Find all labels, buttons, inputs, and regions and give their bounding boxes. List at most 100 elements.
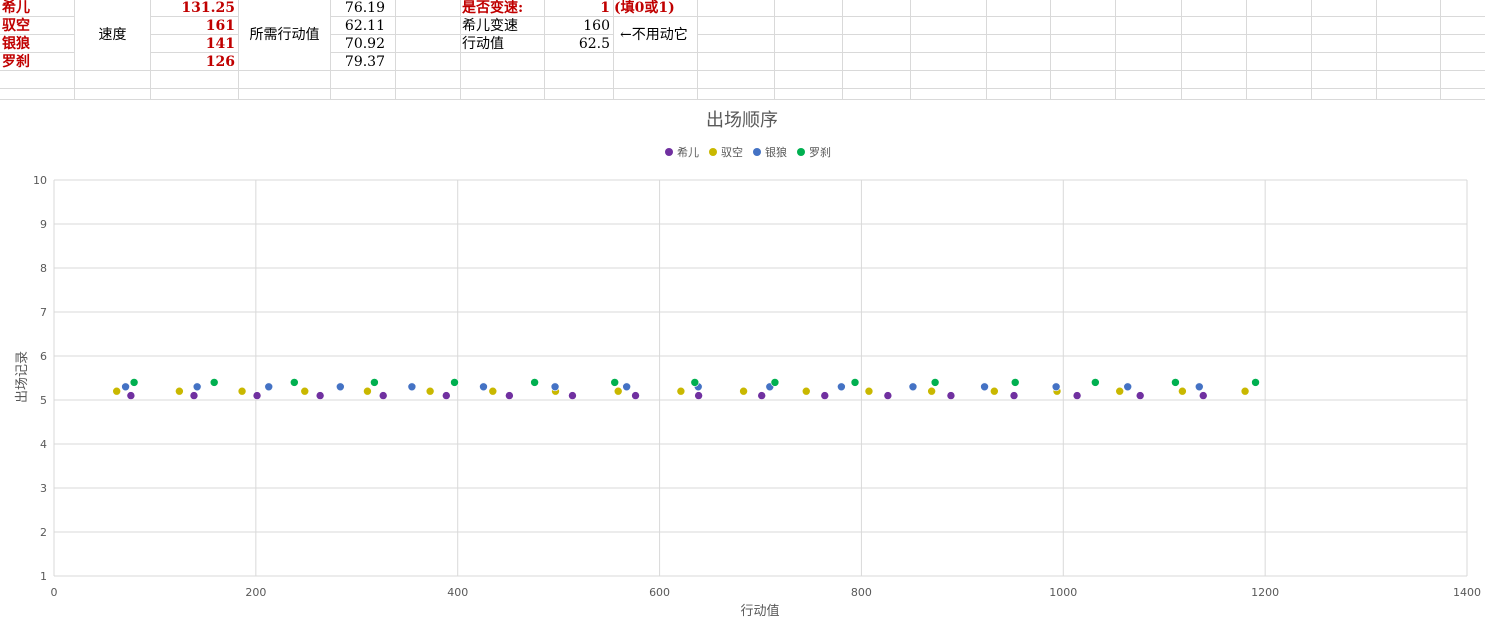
speed-label[interactable]: 速度 (75, 26, 150, 44)
x-tick-label: 1200 (1251, 586, 1279, 599)
data-point (209, 378, 219, 387)
data-point (1194, 382, 1204, 392)
seele-speed-label[interactable]: 希儿变速 (462, 17, 518, 35)
action-value[interactable]: 62.5 (545, 35, 610, 53)
data-point (770, 378, 780, 387)
required-action-value[interactable]: 79.37 (331, 53, 385, 71)
col-gridline (1376, 0, 1377, 100)
required-action-value[interactable]: 70.92 (331, 35, 385, 53)
data-point (1178, 386, 1187, 396)
name-cell-luocha[interactable]: 罗刹 (2, 53, 30, 71)
col-gridline (1246, 0, 1247, 100)
action-value-label[interactable]: 行动值 (462, 35, 504, 53)
data-point (126, 391, 136, 400)
speed-change-hint[interactable]: (填0或1) (614, 0, 675, 17)
chart-legend: 希儿 驭空 银狼 罗刹 (665, 145, 831, 159)
data-point (264, 382, 274, 392)
y-tick-label: 3 (40, 482, 47, 495)
data-point (121, 382, 130, 392)
data-point (990, 386, 999, 396)
data-point (479, 382, 488, 392)
data-point (1051, 382, 1061, 392)
required-action-value[interactable]: 62.11 (331, 17, 385, 35)
data-point (505, 391, 514, 400)
note-text[interactable]: ←不用动它 (620, 26, 688, 44)
data-point (112, 386, 121, 396)
col-gridline (1115, 0, 1116, 100)
legend-label: 驭空 (721, 145, 743, 159)
speed-value[interactable]: 126 (151, 53, 235, 71)
x-tick-label: 1400 (1453, 586, 1481, 599)
col-gridline (774, 0, 775, 100)
row-gridline (0, 88, 1485, 89)
legend-marker (665, 148, 673, 156)
name-cell-seele[interactable]: 希儿 (2, 0, 30, 17)
data-point (1010, 378, 1020, 387)
y-tick-label: 6 (40, 350, 47, 363)
data-point (1072, 391, 1082, 400)
name-cell-silverwolf[interactable]: 银狼 (2, 35, 30, 53)
data-point (631, 391, 640, 400)
data-point (927, 386, 936, 396)
y-tick-label: 1 (40, 570, 47, 583)
y-tick-label: 4 (40, 438, 47, 451)
data-point (1091, 378, 1100, 387)
data-point (864, 386, 874, 396)
data-point (1123, 382, 1133, 392)
data-point (129, 378, 139, 387)
speed-value[interactable]: 141 (151, 35, 235, 53)
data-point (315, 391, 325, 400)
name-cell-yukong[interactable]: 驭空 (2, 17, 30, 35)
x-tick-label: 800 (851, 586, 872, 599)
y-tick-label: 5 (40, 394, 47, 407)
col-gridline (1311, 0, 1312, 100)
col-gridline (910, 0, 911, 100)
speed-change-value[interactable]: 1 (545, 0, 610, 17)
data-point (370, 378, 379, 387)
legend-marker (797, 148, 805, 156)
y-tick-label: 2 (40, 526, 47, 539)
data-point (676, 386, 686, 396)
required-action-value[interactable]: 76.19 (331, 0, 385, 17)
col-gridline (842, 0, 843, 100)
data-point (336, 382, 345, 392)
legend-label: 银狼 (765, 145, 787, 159)
speed-change-label[interactable]: 是否变速: (462, 0, 523, 17)
col-gridline (1440, 0, 1441, 100)
legend-label: 罗刹 (809, 146, 831, 159)
data-point (175, 386, 184, 396)
chart-title: 出场顺序 (706, 110, 778, 131)
data-point (1115, 386, 1125, 396)
speed-value[interactable]: 131.25 (151, 0, 235, 17)
data-point (441, 391, 451, 400)
data-point (290, 378, 299, 387)
chart-points (112, 378, 1260, 400)
data-point (883, 391, 893, 400)
data-point (237, 386, 247, 396)
x-axis-ticks: 0 200 400 600 800 1000 1200 1400 (51, 586, 1482, 599)
col-gridline (460, 0, 461, 100)
data-point (739, 386, 748, 396)
data-point (425, 386, 435, 396)
data-point (622, 382, 631, 392)
data-point (1198, 391, 1208, 400)
data-point (378, 391, 388, 400)
data-point (300, 386, 310, 396)
data-point (1171, 378, 1180, 387)
x-tick-label: 0 (51, 586, 58, 599)
data-point (980, 382, 989, 392)
speed-value[interactable]: 161 (151, 17, 235, 35)
data-point (407, 382, 417, 392)
seele-speed-value[interactable]: 160 (545, 17, 610, 35)
x-axis-label: 行动值 (740, 603, 779, 619)
data-point (1009, 391, 1019, 400)
col-gridline (1181, 0, 1182, 100)
data-point (568, 391, 577, 400)
x-tick-label: 400 (447, 586, 468, 599)
data-point (850, 378, 860, 387)
scatter-chart[interactable]: 出场顺序 希儿 驭空 银狼 罗刹 1 2 3 4 5 6 7 8 9 10 0 200 400 600 800 1… (0, 100, 1485, 630)
y-axis-ticks: 1 2 3 4 5 6 7 8 9 10 (33, 174, 47, 583)
required-action-label[interactable]: 所需行动值 (239, 26, 330, 44)
data-point (757, 391, 767, 400)
col-gridline (697, 0, 698, 100)
